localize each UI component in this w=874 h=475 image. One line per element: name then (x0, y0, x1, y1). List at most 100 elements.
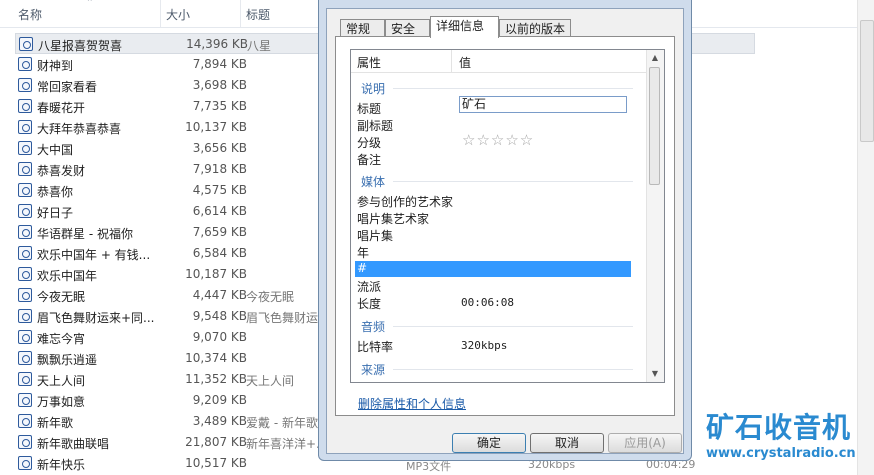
file-name: 万事如意 (37, 395, 86, 409)
property-scrollbar[interactable]: ▲ ▼ (646, 50, 664, 382)
prop-track-row[interactable]: # (355, 261, 631, 277)
prop-bitrate-label: 比特率 (357, 340, 394, 354)
file-name: 好日子 (37, 206, 74, 220)
property-scroll-thumb[interactable] (649, 67, 660, 185)
audio-file-icon (18, 267, 32, 281)
property-list: 属性 值 说明 标题 矿石 副标题 分级 ☆☆☆☆☆ 备注 媒体 参与创作的艺术… (350, 49, 665, 383)
audio-file-icon (18, 393, 32, 407)
file-size: 3,656 KB (192, 141, 247, 155)
prop-contributing-artists-label: 参与创作的艺术家 (357, 195, 454, 209)
prop-comment-label: 备注 (357, 153, 382, 167)
watermark-title: 矿石收音机 (706, 411, 852, 444)
file-name: 恭喜你 (37, 185, 74, 199)
ok-button[interactable]: 确定 (452, 433, 526, 453)
details-panel: 属性 值 说明 标题 矿石 副标题 分级 ☆☆☆☆☆ 备注 媒体 参与创作的艺术… (335, 36, 675, 416)
file-size: 7,918 KB (192, 162, 247, 176)
tab-details[interactable]: 详细信息 (430, 16, 499, 38)
file-size: 14,396 KB (186, 37, 248, 51)
tab-general[interactable]: 常规 (340, 19, 385, 37)
audio-file-icon (18, 288, 32, 302)
file-size: 9,209 KB (192, 393, 247, 407)
file-name: 难忘今宵 (37, 332, 86, 346)
header-value[interactable]: 值 (459, 54, 471, 71)
file-name: 欢乐中国年 + 有钱... (37, 248, 151, 262)
file-name: 新年歌 (37, 416, 74, 430)
file-size: 10,137 KB (185, 120, 247, 134)
apply-button[interactable]: 应用(A) (608, 433, 682, 453)
column-divider[interactable] (240, 0, 241, 27)
audio-file-icon (18, 435, 32, 449)
file-size: 10,374 KB (185, 351, 247, 365)
rating-stars-icon[interactable]: ☆☆☆☆☆ (462, 131, 534, 149)
prop-album-artist-label: 唱片集艺术家 (357, 212, 430, 226)
file-size: 9,548 KB (192, 309, 247, 323)
file-size: 21,807 KB (185, 435, 247, 449)
header-divider[interactable] (451, 50, 452, 72)
audio-file-icon (18, 330, 32, 344)
file-name: 八星报喜贺贺喜 (38, 39, 123, 53)
audio-file-icon (18, 246, 32, 260)
scroll-down-icon[interactable]: ▼ (647, 366, 663, 382)
explorer-scroll-thumb[interactable] (860, 20, 874, 142)
file-name: 恭喜发财 (37, 164, 86, 178)
file-size: 6,584 KB (192, 246, 247, 260)
cancel-button[interactable]: 取消 (530, 433, 604, 453)
file-size: 4,575 KB (192, 183, 247, 197)
column-divider[interactable] (160, 0, 161, 27)
file-size: 7,659 KB (192, 225, 247, 239)
header-property[interactable]: 属性 (357, 54, 381, 71)
group-divider (393, 326, 633, 327)
title-input[interactable]: 矿石 (459, 96, 627, 113)
prop-genre-label: 流派 (357, 280, 382, 294)
audio-file-icon (18, 183, 32, 197)
prop-track-label: # (357, 261, 368, 275)
file-size: 10,517 KB (185, 456, 247, 470)
file-name: 新年歌曲联唱 (37, 437, 110, 451)
file-size: 4,447 KB (192, 288, 247, 302)
column-size[interactable]: 大小 (166, 6, 190, 23)
tab-security[interactable]: 安全 (385, 19, 430, 37)
group-origin: 来源 (361, 363, 386, 377)
explorer-scrollbar[interactable] (857, 0, 874, 475)
audio-file-icon (18, 120, 32, 134)
file-name: 华语群星 - 祝福你 (37, 227, 133, 241)
audio-file-icon (18, 225, 32, 239)
file-name: 眉飞色舞财运来+同... (37, 311, 155, 325)
prop-subtitle-label: 副标题 (357, 119, 394, 133)
prop-album-label: 唱片集 (357, 229, 394, 243)
file-size: 3,489 KB (192, 414, 247, 428)
file-name: 今夜无眠 (37, 290, 86, 304)
file-name: 天上人间 (37, 374, 86, 388)
file-size: 7,735 KB (192, 99, 247, 113)
audio-file-icon (19, 37, 33, 51)
file-name: 大中国 (37, 143, 74, 157)
audio-file-icon (18, 162, 32, 176)
audio-file-icon (18, 204, 32, 218)
file-size: 3,698 KB (192, 78, 247, 92)
scroll-up-icon[interactable]: ▲ (647, 50, 663, 66)
properties-dialog: 常规 安全 详细信息 以前的版本 属性 值 说明 标题 矿石 副标题 分级 ☆☆… (318, 0, 692, 461)
prop-bitrate-value: 320kbps (461, 339, 508, 352)
watermark-logo: 矿石收音机 www.crystalradio.cn (706, 411, 874, 462)
file-name: 新年快乐 (37, 458, 86, 472)
column-title[interactable]: 标题 (246, 6, 270, 23)
dialog-body: 常规 安全 详细信息 以前的版本 属性 值 说明 标题 矿石 副标题 分级 ☆☆… (326, 8, 684, 454)
audio-file-icon (18, 99, 32, 113)
group-divider (393, 181, 633, 182)
file-size: 7,894 KB (192, 57, 247, 71)
file-name: 财神到 (37, 59, 74, 73)
group-audio: 音频 (361, 320, 386, 334)
file-name: 欢乐中国年 (37, 269, 98, 283)
tab-previous-versions[interactable]: 以前的版本 (499, 19, 571, 37)
audio-file-icon (18, 372, 32, 386)
remove-properties-link[interactable]: 删除属性和个人信息 (358, 395, 466, 412)
prop-length-label: 长度 (357, 297, 382, 311)
property-list-header: 属性 值 (351, 50, 649, 73)
audio-file-icon (18, 456, 32, 470)
audio-file-icon (18, 141, 32, 155)
file-name: 大拜年恭喜恭喜 (37, 122, 122, 136)
group-divider (393, 88, 633, 89)
prop-rating-label: 分级 (357, 136, 382, 150)
audio-file-icon (18, 351, 32, 365)
column-name[interactable]: 名称 (18, 6, 42, 23)
